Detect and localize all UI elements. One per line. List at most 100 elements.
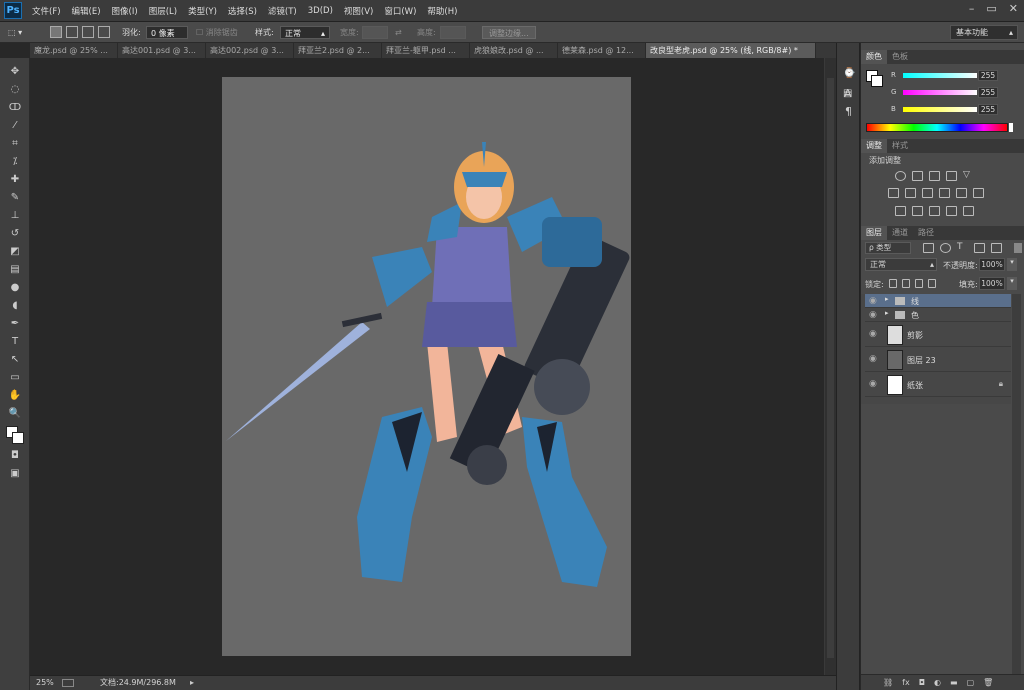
menu-edit[interactable]: 编辑(E)	[72, 5, 101, 17]
menu-3d[interactable]: 3D(D)	[308, 6, 333, 16]
menu-filter[interactable]: 滤镜(T)	[268, 5, 297, 17]
tab-styles[interactable]: 样式	[887, 139, 913, 153]
tab-adjustments[interactable]: 调整	[861, 139, 887, 153]
zoom-tool-icon[interactable]: 🔍	[7, 406, 23, 421]
brightness-icon[interactable]	[895, 171, 906, 181]
lock-all-icon[interactable]	[928, 279, 936, 288]
new-selection-icon[interactable]	[50, 26, 62, 38]
character-panel-icon[interactable]: A	[844, 87, 852, 100]
new-group-icon[interactable]: ▬	[950, 678, 958, 687]
tab-swatches[interactable]: 色板	[887, 50, 913, 64]
menu-help[interactable]: 帮助(H)	[427, 5, 457, 17]
shape-filter-icon[interactable]	[974, 243, 985, 253]
layer-row-layer23[interactable]: ◉ 图层 23	[865, 348, 1011, 372]
menu-file[interactable]: 文件(F)	[32, 5, 61, 17]
lock-position-icon[interactable]	[915, 279, 923, 288]
photo-filter-icon[interactable]	[939, 188, 950, 198]
lock-transparency-icon[interactable]	[889, 279, 897, 288]
levels-icon[interactable]	[912, 171, 923, 181]
spectrum-white[interactable]	[1009, 123, 1013, 132]
layer-row-group-line[interactable]: ◉ ▸ 线	[865, 294, 1011, 308]
eyedropper-icon[interactable]: ⁒	[7, 154, 23, 169]
r-slider[interactable]	[903, 73, 977, 78]
expand-arrow-icon[interactable]: ▸	[885, 295, 889, 303]
type-tool-icon[interactable]: T	[7, 334, 23, 349]
blur-tool-icon[interactable]: ●	[7, 280, 23, 295]
height-input[interactable]	[440, 26, 466, 39]
quick-mask-icon[interactable]: ◘	[7, 448, 23, 463]
doc-tab[interactable]: 高达002.psd @ 3...	[206, 43, 294, 58]
color-spectrum[interactable]	[866, 123, 1008, 132]
menu-window[interactable]: 窗口(W)	[384, 5, 416, 17]
doc-tab-active[interactable]: 改良型老虎.psd @ 25% (线, RGB/8#) *	[646, 43, 816, 58]
pen-tool-icon[interactable]: ✒	[7, 316, 23, 331]
shape-tool-icon[interactable]: ▭	[7, 370, 23, 385]
feather-input[interactable]: 0 像素	[146, 26, 188, 39]
menu-type[interactable]: 类型(Y)	[188, 5, 217, 17]
layer-row-group-color[interactable]: ◉ ▸ 色	[865, 308, 1011, 322]
gradient-map-icon[interactable]	[946, 206, 957, 216]
dodge-tool-icon[interactable]: ◖	[7, 298, 23, 313]
lasso-tool-icon[interactable]: ↀ	[7, 100, 23, 115]
channel-mixer-icon[interactable]	[956, 188, 967, 198]
selective-color-icon[interactable]	[963, 206, 974, 216]
eye-icon[interactable]: ◉	[869, 354, 879, 364]
opacity-input[interactable]: 100%	[979, 258, 1005, 271]
minimize-icon[interactable]: –	[969, 2, 975, 15]
hue-saturation-icon[interactable]	[888, 188, 899, 198]
subtract-selection-icon[interactable]	[82, 26, 94, 38]
antialias-checkbox[interactable]: ☐ 消除锯齿	[196, 26, 238, 39]
menu-select[interactable]: 选择(S)	[228, 5, 257, 17]
hand-tool-icon[interactable]: ✋	[7, 388, 23, 403]
zoom-level[interactable]: 25%	[36, 676, 54, 690]
lock-pixels-icon[interactable]	[902, 279, 910, 288]
type-filter-icon[interactable]: T	[957, 243, 968, 253]
expand-arrow-icon[interactable]: ▸	[885, 309, 889, 317]
background-color-swatch[interactable]	[12, 432, 24, 444]
filter-toggle[interactable]	[1014, 243, 1022, 253]
pixel-filter-icon[interactable]	[923, 243, 934, 253]
fx-icon[interactable]: fx	[902, 678, 910, 687]
threshold-icon[interactable]	[929, 206, 940, 216]
brush-tool-icon[interactable]: ✎	[7, 190, 23, 205]
posterize-icon[interactable]	[912, 206, 923, 216]
tab-channels[interactable]: 通道	[887, 226, 913, 240]
paragraph-panel-icon[interactable]: ¶	[845, 105, 852, 118]
history-icon[interactable]: ⌚	[843, 68, 855, 79]
refine-edge-button[interactable]: 调整边缘...	[482, 26, 536, 39]
tab-layers[interactable]: 图层	[861, 226, 887, 240]
doc-tab[interactable]: 德莱森.psd @ 12...	[558, 43, 646, 58]
menu-layer[interactable]: 图层(L)	[149, 5, 177, 17]
quick-select-icon[interactable]: ⁄	[7, 118, 23, 133]
color-balance-icon[interactable]	[905, 188, 916, 198]
vertical-scrollbar[interactable]	[824, 58, 836, 675]
screen-mode-icon[interactable]: ▣	[7, 466, 23, 481]
black-white-icon[interactable]	[922, 188, 933, 198]
color-lookup-icon[interactable]	[973, 188, 984, 198]
scrollbar-thumb[interactable]	[827, 78, 834, 658]
add-selection-icon[interactable]	[66, 26, 78, 38]
add-mask-icon[interactable]: ◘	[919, 678, 925, 687]
clone-stamp-icon[interactable]: ⊥	[7, 208, 23, 223]
intersect-selection-icon[interactable]	[98, 26, 110, 38]
link-layers-icon[interactable]: ⛓︎	[883, 678, 893, 687]
new-adjustment-icon[interactable]: ◐	[934, 678, 941, 687]
adjustment-filter-icon[interactable]	[940, 243, 951, 253]
g-slider[interactable]	[903, 90, 977, 95]
eye-icon[interactable]: ◉	[869, 379, 879, 389]
document-canvas[interactable]	[222, 77, 631, 656]
move-tool-icon[interactable]: ✥	[7, 64, 23, 79]
swap-icon[interactable]: ⇄	[395, 26, 402, 39]
fill-dropdown-icon[interactable]: ▾	[1007, 277, 1017, 290]
healing-brush-icon[interactable]: ✚	[7, 172, 23, 187]
maximize-icon[interactable]: ▭	[986, 2, 996, 15]
menu-view[interactable]: 视图(V)	[344, 5, 373, 17]
vibrance-icon[interactable]: ▽	[963, 171, 974, 181]
eye-icon[interactable]: ◉	[869, 310, 879, 320]
layer-filter-select[interactable]: ρ 类型	[865, 242, 911, 254]
delete-layer-icon[interactable]: 🗑︎	[983, 678, 993, 687]
style-select[interactable]: 正常 ▴	[280, 26, 330, 39]
exposure-icon[interactable]	[946, 171, 957, 181]
smart-object-filter-icon[interactable]	[991, 243, 1002, 253]
tab-paths[interactable]: 路径	[913, 226, 939, 240]
